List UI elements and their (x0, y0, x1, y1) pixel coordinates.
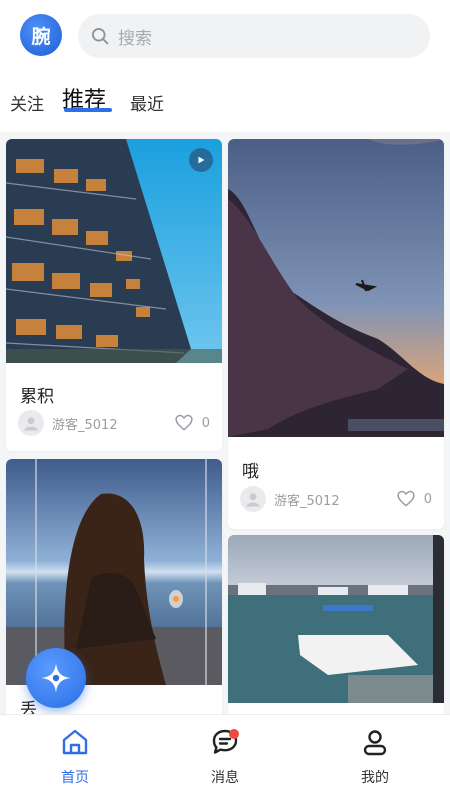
feed-card[interactable]: 哦 游客_5012 0 (228, 139, 444, 529)
home-icon (62, 729, 88, 755)
unread-badge (229, 729, 239, 739)
heart-icon (397, 490, 415, 507)
heart-icon (175, 414, 193, 431)
create-post-button[interactable] (26, 648, 86, 708)
search-placeholder: 搜索 (118, 28, 152, 49)
search-icon (92, 28, 109, 45)
post-image-building (6, 139, 222, 363)
author-name: 游客_5012 (274, 493, 340, 509)
bottom-navigation: 首页 消息 我的 (0, 714, 450, 800)
post-image-harbor (228, 535, 444, 703)
post-meta: 游客_5012 0 (240, 485, 432, 513)
like-count: 0 (423, 491, 432, 507)
post-image-clouds (228, 139, 444, 437)
avatar[interactable] (240, 486, 266, 512)
app-screen: 腕 搜索 关注 推荐 最近 累积 游客_5012 0 丢 哦 游客_5012 0… (0, 0, 450, 800)
user-icon (363, 730, 387, 756)
logo-text: 腕 (31, 25, 51, 48)
default-avatar-icon (24, 417, 38, 431)
post-image-seaside (6, 459, 222, 685)
play-icon (198, 156, 205, 164)
nav-messages-label: 消息 (211, 770, 239, 786)
like-button[interactable]: 0 (174, 413, 210, 433)
search-input[interactable]: 搜索 (78, 14, 430, 58)
feed-card[interactable]: 累积 游客_5012 0 (6, 139, 222, 451)
feed-card[interactable] (228, 535, 444, 719)
nav-home[interactable]: 首页 (35, 727, 115, 787)
post-title: 累积 (20, 387, 54, 407)
nav-profile[interactable]: 我的 (335, 727, 415, 787)
tab-follow[interactable]: 关注 (10, 90, 44, 115)
like-count: 0 (201, 415, 210, 431)
nav-profile-label: 我的 (361, 770, 389, 786)
nav-messages[interactable]: 消息 (185, 727, 265, 787)
top-bar: 腕 搜索 (0, 0, 450, 72)
avatar[interactable] (18, 410, 44, 436)
feed-tabs: 关注 推荐 最近 (0, 72, 450, 132)
sparkle-plus-icon (41, 663, 71, 693)
author-name: 游客_5012 (52, 417, 118, 433)
nav-home-label: 首页 (61, 770, 89, 786)
like-button[interactable]: 0 (396, 489, 432, 509)
tab-recent[interactable]: 最近 (130, 90, 164, 115)
active-tab-indicator (64, 108, 112, 112)
post-meta: 游客_5012 0 (18, 409, 210, 437)
default-avatar-icon (246, 493, 260, 507)
post-title: 哦 (242, 462, 259, 482)
app-logo[interactable]: 腕 (20, 14, 62, 56)
video-play-badge (189, 148, 213, 172)
